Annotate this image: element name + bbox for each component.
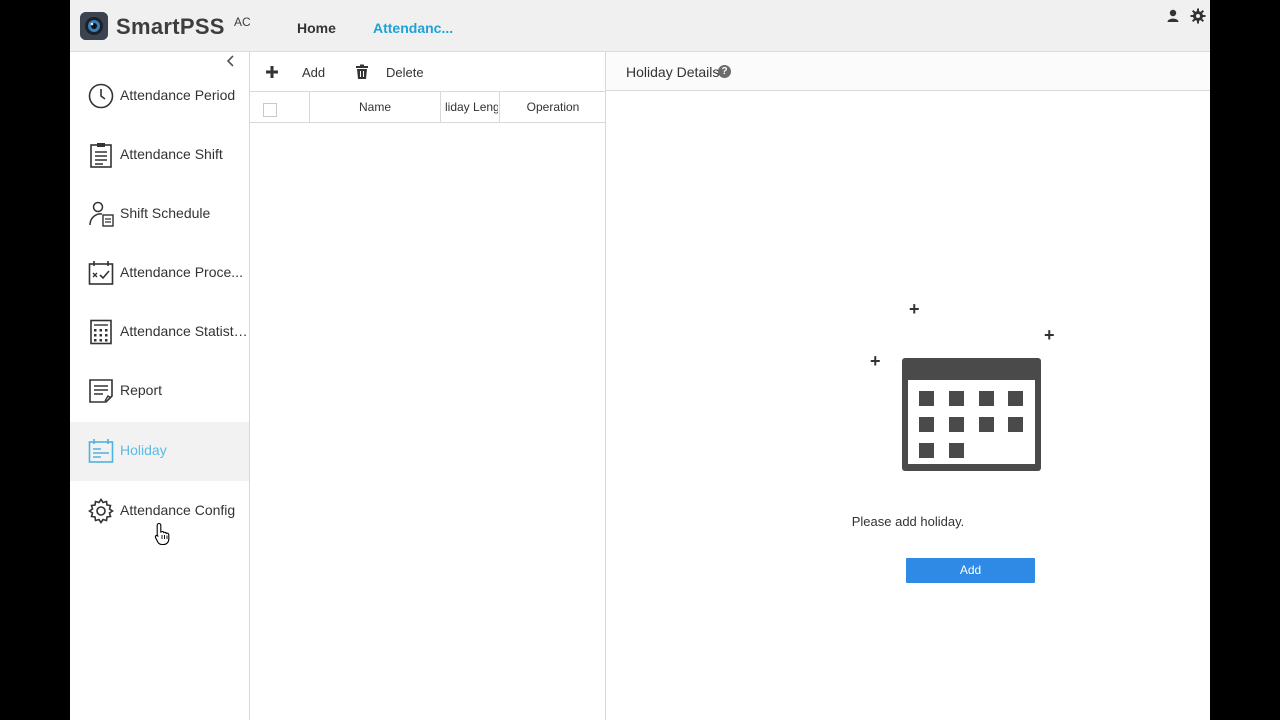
sidebar-item-label: Shift Schedule — [120, 205, 211, 221]
smartpss-logo-icon — [80, 12, 108, 40]
column-header-operation[interactable]: Operation — [499, 92, 606, 122]
list-toolbar: Add Delete — [250, 52, 605, 92]
add-holiday-toolbar-button[interactable]: Add — [264, 62, 326, 82]
calculator-icon — [90, 319, 112, 345]
select-all-checkbox[interactable] — [263, 103, 277, 117]
sidebar-item-shift-schedule[interactable]: Shift Schedule — [70, 185, 249, 244]
sidebar-item-holiday[interactable]: Holiday — [70, 422, 249, 481]
sidebar: Attendance Period Attendance Shift Shift… — [70, 52, 250, 720]
clipboard-icon — [90, 143, 112, 168]
sidebar-item-attendance-shift[interactable]: Attendance Shift — [70, 126, 249, 185]
clock-icon — [88, 83, 114, 109]
sidebar-item-label: Report — [120, 382, 163, 398]
details-header: Holiday Details ? — [606, 52, 1210, 91]
help-icon[interactable]: ? — [718, 65, 731, 78]
app-logo-text: SmartPSS — [116, 14, 225, 39]
column-header-name[interactable]: Name — [309, 92, 440, 122]
collapse-sidebar-chevron-icon[interactable] — [224, 54, 238, 68]
sidebar-item-label: Attendance Statistics — [120, 323, 249, 339]
holiday-details-pane: Holiday Details ? + + + Please add holid… — [606, 52, 1210, 720]
gear-icon — [88, 498, 114, 524]
mouse-pointer-hand-icon — [154, 522, 170, 546]
sidebar-item-label: Attendance Period — [120, 87, 236, 103]
calendar-check-icon — [88, 261, 114, 285]
user-icon[interactable] — [1165, 8, 1181, 24]
sparkle-plus-icon: + — [870, 351, 881, 371]
add-holiday-button[interactable]: Add — [906, 558, 1035, 583]
add-button-label: Add — [302, 65, 326, 80]
delete-holiday-toolbar-button[interactable]: Delete — [354, 62, 434, 82]
report-icon — [89, 379, 113, 403]
sidebar-item-label: Attendance Shift — [120, 146, 223, 162]
settings-gear-icon[interactable] — [1190, 8, 1206, 24]
app-window: SmartPSS AC Home Attendanc... Attendance… — [70, 0, 1210, 720]
sparkle-plus-icon: + — [909, 299, 920, 319]
column-header-holiday-length[interactable]: liday Leng — [440, 92, 498, 122]
top-bar: SmartPSS AC Home Attendanc... — [70, 0, 1210, 52]
trash-icon — [356, 64, 368, 79]
sidebar-item-attendance-statistics[interactable]: Attendance Statistics — [70, 303, 249, 362]
sidebar-item-label: Attendance Proce... — [120, 264, 243, 280]
tab-attendance[interactable]: Attendanc... — [373, 20, 453, 36]
sparkle-plus-icon: + — [1044, 325, 1055, 345]
app-logo-sup: AC — [234, 15, 251, 29]
empty-state-message: Please add holiday. — [851, 514, 965, 529]
sidebar-item-report[interactable]: Report — [70, 362, 249, 421]
sidebar-item-attendance-period[interactable]: Attendance Period — [70, 67, 249, 126]
holiday-list-pane: Add Delete Name liday Leng Operation — [250, 52, 606, 720]
empty-calendar-illustration-icon — [902, 358, 1041, 471]
holiday-table-header: Name liday Leng Operation — [250, 92, 605, 123]
delete-button-label: Delete — [386, 65, 424, 80]
person-schedule-icon — [89, 201, 114, 227]
details-title: Holiday Details — [626, 64, 720, 80]
tab-home[interactable]: Home — [297, 20, 336, 36]
sidebar-item-attendance-process[interactable]: Attendance Proce... — [70, 244, 249, 303]
sidebar-item-label: Holiday — [120, 442, 167, 458]
holiday-calendar-icon — [88, 439, 114, 463]
sidebar-item-label: Attendance Config — [120, 502, 236, 518]
plus-icon — [266, 66, 278, 78]
